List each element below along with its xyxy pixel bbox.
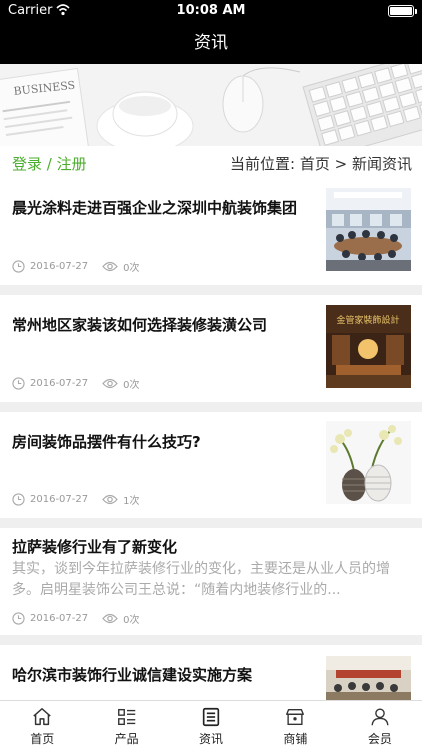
register-link[interactable]: 注册 bbox=[57, 155, 87, 173]
article-date: 2016-07-27 bbox=[30, 494, 89, 505]
login-separator: / bbox=[42, 155, 57, 173]
tab-label: 会员 bbox=[367, 732, 392, 746]
article-card[interactable]: 哈尔滨市装饰行业诚信建设实施方案 bbox=[0, 645, 422, 700]
tab-label: 资讯 bbox=[199, 732, 224, 746]
article-thumbnail[interactable]: 金管家裝飾設計 bbox=[326, 305, 411, 388]
tab-label: 首页 bbox=[30, 732, 55, 746]
tab-products[interactable]: 产品 bbox=[84, 701, 168, 750]
tab-label: 商铺 bbox=[283, 732, 308, 746]
tab-news[interactable]: 资讯 bbox=[169, 701, 253, 750]
article-date: 2016-07-27 bbox=[30, 261, 89, 272]
article-title[interactable]: 晨光涂料走进百强企业之深圳中航装饰集团 bbox=[12, 197, 297, 218]
banner-image: BUSINESS bbox=[0, 64, 422, 146]
status-bar: Carrier 10:08 AM bbox=[0, 0, 422, 22]
location-label: 当前位置: bbox=[229, 155, 296, 173]
status-time: 10:08 AM bbox=[176, 3, 246, 18]
article-title[interactable]: 哈尔滨市装饰行业诚信建设实施方案 bbox=[12, 664, 252, 685]
article-views: 0次 bbox=[123, 615, 140, 626]
clock-icon bbox=[12, 493, 25, 506]
article-meta: 2016-07-27 0次 bbox=[12, 376, 140, 391]
login-register-links: 登录 / 注册 bbox=[12, 153, 87, 174]
breadcrumb-home-link[interactable]: 首页 bbox=[300, 155, 330, 173]
article-meta: 2016-07-27 0次 bbox=[12, 611, 140, 626]
bottom-tab-bar: 首页 产品 资讯 商铺 会员 bbox=[0, 700, 422, 750]
news-icon bbox=[202, 707, 220, 727]
tab-label: 产品 bbox=[114, 732, 139, 746]
clock-icon bbox=[12, 377, 25, 390]
article-views: 0次 bbox=[123, 380, 140, 391]
article-meta: 2016-07-27 0次 bbox=[12, 259, 140, 274]
article-title[interactable]: 拉萨装修行业有了新变化 bbox=[12, 536, 177, 557]
grid-list-icon bbox=[117, 708, 135, 726]
clock-icon bbox=[12, 260, 25, 273]
tab-member[interactable]: 会员 bbox=[338, 701, 422, 750]
current-location: 当前位置: 首页 > 新闻资讯 bbox=[230, 153, 412, 174]
page-title: 资讯 bbox=[0, 22, 422, 64]
article-card[interactable]: 房间装饰品摆件有什么技巧? 2016-07-27 1次 bbox=[0, 412, 422, 518]
shop-icon bbox=[286, 708, 305, 726]
article-date: 2016-07-27 bbox=[30, 378, 89, 389]
breadcrumb-current: 新闻资讯 bbox=[351, 155, 412, 173]
breadcrumb: 登录 / 注册 当前位置: 首页 > 新闻资讯 bbox=[0, 146, 422, 178]
thumbnail-sign-text: 金管家裝飾設計 bbox=[336, 314, 399, 326]
home-icon bbox=[33, 708, 51, 726]
article-card[interactable]: 拉萨装修行业有了新变化 其实，谈到今年拉萨装修行业的变化，主要还是从业人员的增多… bbox=[0, 528, 422, 635]
battery-icon bbox=[388, 5, 417, 17]
article-date: 2016-07-27 bbox=[30, 613, 89, 624]
eye-icon bbox=[102, 261, 118, 272]
login-link[interactable]: 登录 bbox=[12, 155, 42, 173]
article-thumbnail[interactable] bbox=[326, 188, 411, 271]
article-title[interactable]: 常州地区家装该如何选择装修装潢公司 bbox=[12, 314, 267, 335]
article-thumbnail[interactable] bbox=[326, 656, 411, 700]
article-meta: 2016-07-27 1次 bbox=[12, 492, 140, 507]
article-card[interactable]: 晨光涂料走进百强企业之深圳中航装饰集团 2016-07-27 0次 bbox=[0, 178, 422, 285]
eye-icon bbox=[102, 613, 118, 624]
user-icon bbox=[371, 708, 389, 726]
eye-icon bbox=[102, 378, 118, 389]
breadcrumb-arrow: > bbox=[334, 155, 348, 173]
article-views: 0次 bbox=[123, 263, 140, 274]
article-title[interactable]: 房间装饰品摆件有什么技巧? bbox=[12, 431, 201, 452]
eye-icon bbox=[102, 494, 118, 505]
article-card[interactable]: 常州地区家装该如何选择装修装潢公司 2016-07-27 0次 金管家裝飾設計 bbox=[0, 295, 422, 402]
tab-shop[interactable]: 商铺 bbox=[253, 701, 337, 750]
article-views: 1次 bbox=[123, 496, 140, 507]
tab-home[interactable]: 首页 bbox=[0, 701, 84, 750]
article-thumbnail[interactable] bbox=[326, 421, 411, 504]
article-summary: 其实，谈到今年拉萨装修行业的变化，主要还是从业人员的增多。启明星装饰公司王总说：… bbox=[12, 561, 390, 598]
clock-icon bbox=[12, 612, 25, 625]
